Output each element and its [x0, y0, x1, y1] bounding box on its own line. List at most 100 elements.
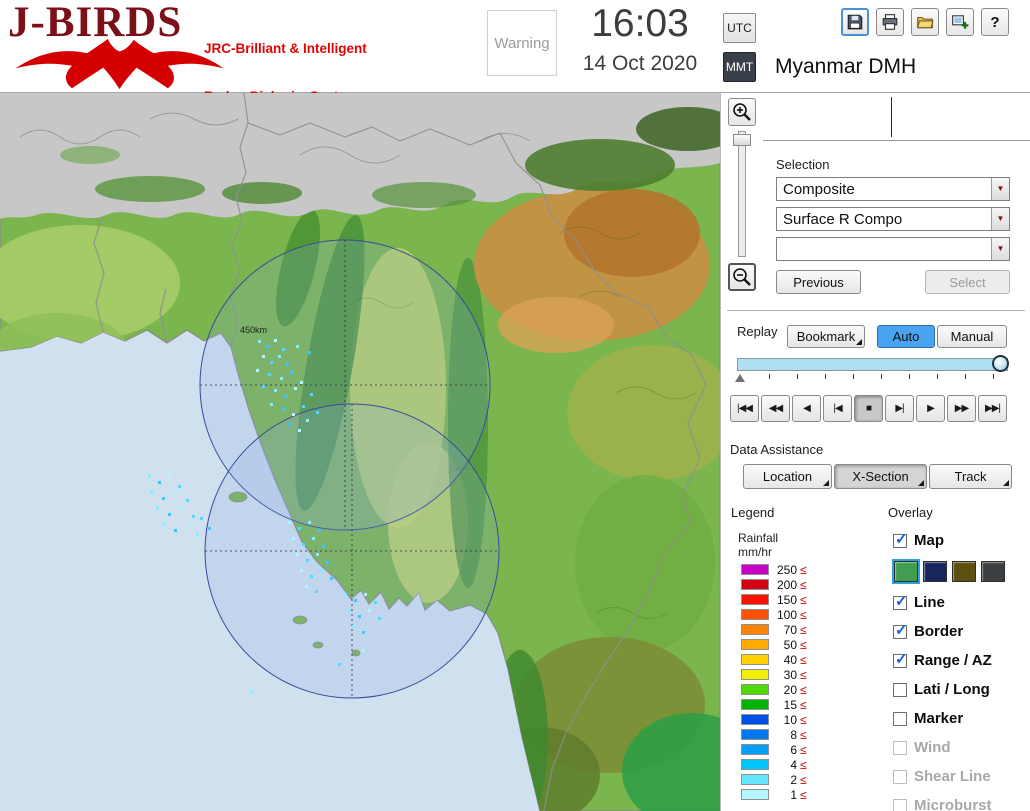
manual-button[interactable]: Manual — [937, 325, 1007, 348]
save-button[interactable] — [841, 8, 869, 36]
replay-slider-thumb[interactable] — [992, 355, 1009, 372]
overlay-item-line[interactable]: ✓ Line — [893, 588, 1030, 617]
rain-cell — [168, 473, 171, 476]
utc-button[interactable]: UTC — [723, 13, 756, 43]
print-button[interactable] — [876, 8, 904, 36]
status-box — [763, 94, 1030, 141]
map-style-swatch-olive[interactable] — [952, 561, 976, 582]
chevron-down-icon: ▼ — [996, 184, 1005, 193]
help-button[interactable]: ? — [981, 8, 1009, 36]
rain-cell — [354, 599, 357, 602]
check-mark-icon: ✓ — [895, 650, 908, 668]
rain-cell — [282, 407, 285, 410]
legend-color-chip — [741, 579, 769, 590]
overlay-item-border[interactable]: ✓ Border — [893, 617, 1030, 646]
overlay-item-map[interactable]: ✓ Map — [893, 526, 1030, 555]
replay-slider-track[interactable] — [737, 358, 1008, 371]
overlay-item-microburst[interactable]: Microburst — [893, 791, 1030, 811]
rain-cell — [186, 499, 189, 502]
checkbox[interactable] — [893, 798, 907, 811]
checkbox[interactable]: ✓ — [893, 531, 908, 548]
legend-lte-symbol: ≤ — [800, 682, 807, 697]
sub-product-dropdown[interactable]: ▼ — [776, 237, 1010, 261]
rain-cell — [344, 593, 347, 596]
checkbox[interactable] — [893, 682, 907, 697]
track-button[interactable]: Track — [929, 464, 1012, 489]
transport-jump-start-button[interactable]: |◀◀ — [730, 395, 759, 422]
legend-color-chip — [741, 714, 769, 725]
legend-row: 150 ≤ — [741, 592, 836, 607]
legend-row: 10 ≤ — [741, 712, 836, 727]
overlay-item-label: Shear Line — [914, 768, 991, 785]
zoom-out-button[interactable] — [728, 263, 756, 291]
bookmark-button[interactable]: Bookmark — [787, 325, 865, 348]
legend-color-chip — [741, 654, 769, 665]
location-button[interactable]: Location — [743, 464, 832, 489]
checkbox[interactable]: ✓ — [893, 593, 908, 610]
transport-step-back-button[interactable]: |◀ — [823, 395, 852, 422]
slider-tick — [993, 374, 994, 379]
legend-row: 15 ≤ — [741, 697, 836, 712]
legend-lte-symbol: ≤ — [800, 667, 807, 682]
checkbox[interactable]: ✓ — [893, 651, 908, 668]
legend-lte-symbol: ≤ — [800, 562, 807, 577]
transport-play-reverse-button[interactable]: ◀ — [792, 395, 821, 422]
transport-fast-rewind-button[interactable]: ◀◀ — [761, 395, 790, 422]
sub-product-dropdown-button[interactable]: ▼ — [991, 238, 1009, 260]
zoom-slider-thumb[interactable] — [733, 134, 751, 146]
overlay-item-wind[interactable]: Wind — [893, 733, 1030, 762]
transport-fast-forward-button[interactable]: ▶▶ — [947, 395, 976, 422]
rain-cell — [306, 419, 309, 422]
zoom-slider-track[interactable] — [738, 131, 746, 257]
overlay-item-range-az[interactable]: ✓ Range / AZ — [893, 646, 1030, 675]
rain-cell — [174, 491, 177, 494]
transport-stop-button[interactable]: ■ — [854, 395, 883, 422]
control-panel: Selection Composite ▼ Surface R Compo ▼ … — [720, 93, 1030, 811]
rain-cell — [378, 617, 381, 620]
composite-dropdown-button[interactable]: ▼ — [991, 178, 1009, 200]
legend-value: 30 — [783, 667, 797, 682]
overlay-item-label: Map — [914, 532, 944, 549]
transport-jump-end-button[interactable]: ▶▶| — [978, 395, 1007, 422]
legend-value: 50 — [783, 637, 797, 652]
legend-row: 200 ≤ — [741, 577, 836, 592]
product-dropdown[interactable]: Surface R Compo ▼ — [776, 207, 1010, 231]
checkbox[interactable] — [893, 711, 907, 726]
mmt-button[interactable]: MMT — [723, 52, 756, 82]
legend-lte-symbol: ≤ — [800, 712, 807, 727]
radar-range-rings — [199, 239, 500, 699]
radar-map[interactable]: 450km — [0, 93, 720, 811]
overlay-item-shear-line[interactable]: Shear Line — [893, 762, 1030, 791]
composite-dropdown[interactable]: Composite ▼ — [776, 177, 1010, 201]
rain-cell — [310, 575, 313, 578]
warning-button[interactable]: Warning — [487, 10, 557, 76]
map-style-swatch-navy[interactable] — [923, 561, 947, 582]
checkbox[interactable] — [893, 769, 907, 784]
rain-cell — [292, 537, 295, 540]
map-style-swatch-dark-gray[interactable] — [981, 561, 1005, 582]
auto-button[interactable]: Auto — [877, 325, 935, 348]
select-button[interactable]: Select — [925, 270, 1010, 294]
slider-tick — [853, 374, 854, 379]
map-style-swatch-terrain-green[interactable] — [892, 559, 920, 584]
overlay-item-label: Wind — [914, 739, 951, 756]
transport-play-button[interactable]: ▶ — [916, 395, 945, 422]
legend-value: 1 — [790, 787, 797, 802]
zoom-in-button[interactable] — [728, 98, 756, 126]
previous-button[interactable]: Previous — [776, 270, 861, 294]
rain-cell — [162, 497, 165, 500]
magnifier-plus-icon — [733, 103, 751, 121]
add-image-button[interactable] — [946, 8, 974, 36]
transport-step-forward-button[interactable]: ▶| — [885, 395, 914, 422]
legend-row: 2 ≤ — [741, 772, 836, 787]
legend-color-chip — [741, 684, 769, 695]
xsection-button[interactable]: X-Section — [834, 464, 927, 489]
checkbox[interactable] — [893, 740, 907, 755]
rain-cell — [150, 491, 153, 494]
overlay-item-lati-long[interactable]: Lati / Long — [893, 675, 1030, 704]
product-dropdown-value: Surface R Compo — [783, 210, 903, 228]
open-folder-button[interactable] — [911, 8, 939, 36]
checkbox[interactable]: ✓ — [893, 622, 908, 639]
overlay-item-marker[interactable]: Marker — [893, 704, 1030, 733]
product-dropdown-button[interactable]: ▼ — [991, 208, 1009, 230]
